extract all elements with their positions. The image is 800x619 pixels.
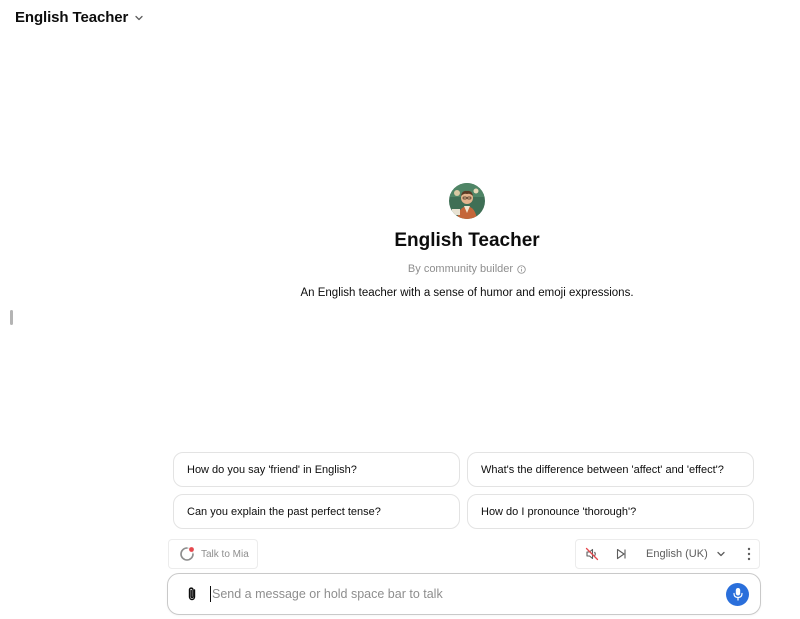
loading-ring-icon <box>180 547 194 561</box>
info-icon[interactable] <box>517 264 526 274</box>
gpt-author: By community builder <box>408 263 526 275</box>
more-options-button[interactable] <box>744 546 754 562</box>
gpt-name: English Teacher <box>394 230 540 251</box>
chevron-down-icon <box>135 15 143 20</box>
starter-button[interactable]: Can you explain the past perfect tense? <box>173 494 460 529</box>
chevron-down-icon <box>717 551 725 557</box>
message-composer <box>167 573 761 615</box>
attach-button[interactable] <box>182 584 202 604</box>
gpt-title-dropdown[interactable]: English Teacher <box>15 9 144 26</box>
talk-to-voice-label: Talk to Mia <box>201 548 249 560</box>
talk-to-voice-button[interactable]: Talk to Mia <box>168 539 258 569</box>
starter-button[interactable]: What's the difference between 'affect' a… <box>467 452 754 487</box>
starter-button[interactable]: How do I pronounce 'thorough'? <box>467 494 754 529</box>
language-select[interactable]: English (UK) <box>646 548 726 560</box>
more-vertical-icon <box>747 547 750 561</box>
language-label: English (UK) <box>646 548 708 560</box>
microphone-icon <box>732 588 743 601</box>
sidebar-resize-handle[interactable] <box>10 310 13 325</box>
paperclip-icon <box>188 587 196 601</box>
page-title: English Teacher <box>15 9 129 26</box>
mute-button[interactable] <box>584 546 600 562</box>
gpt-author-text: By community builder <box>407 263 514 275</box>
voice-input-button[interactable] <box>726 582 749 606</box>
gpt-description: An English teacher with a sense of humor… <box>300 287 634 299</box>
play-button[interactable] <box>614 547 628 561</box>
speaker-muted-icon <box>585 547 599 561</box>
text-cursor <box>210 586 211 602</box>
message-input[interactable] <box>212 587 726 601</box>
gpt-info-panel: English Teacher By community builder An … <box>170 183 764 299</box>
starter-button[interactable]: How do you say 'friend' in English? <box>173 452 460 487</box>
gpt-avatar <box>449 183 485 219</box>
voice-controls: English (UK) <box>575 539 760 569</box>
conversation-starters: How do you say 'friend' in English? What… <box>173 452 755 529</box>
play-icon <box>616 548 626 560</box>
